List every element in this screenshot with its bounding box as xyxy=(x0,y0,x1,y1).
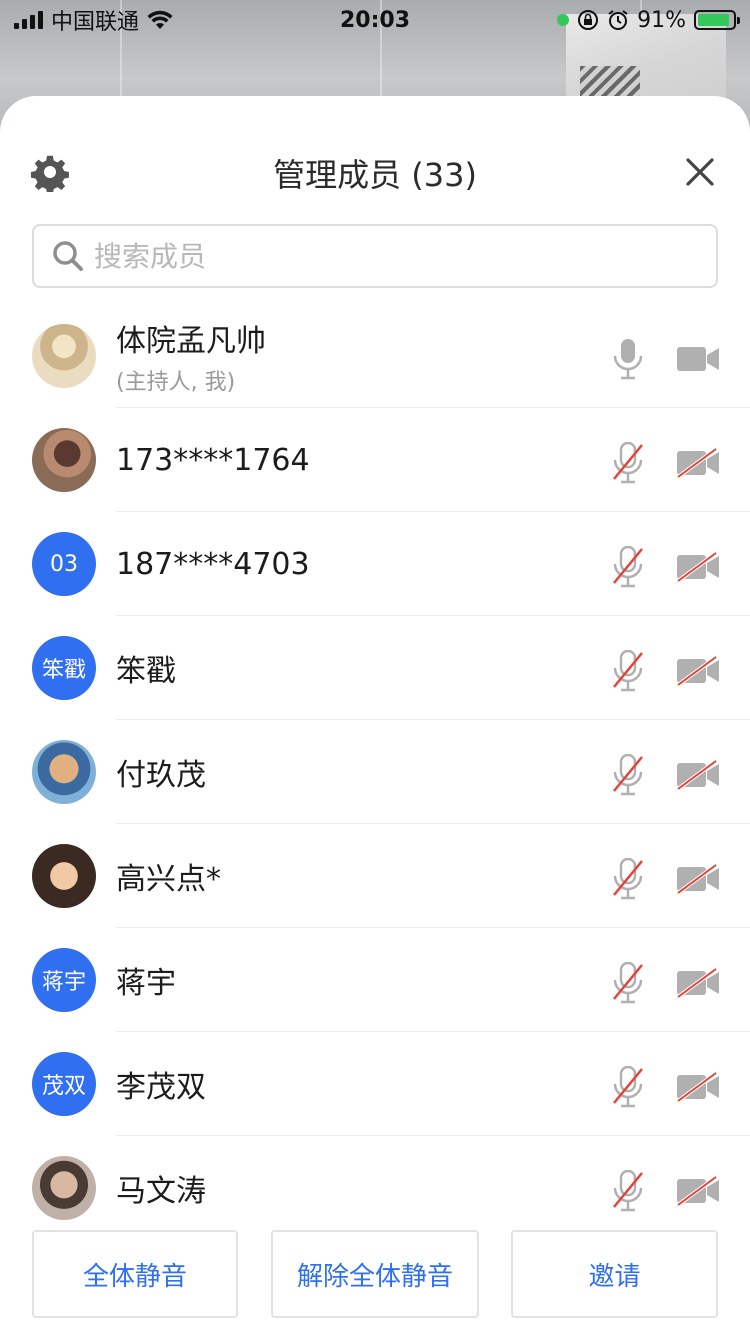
member-info: 马文涛 xyxy=(116,1136,206,1240)
search-input[interactable] xyxy=(94,239,654,273)
microphone-muted-icon[interactable] xyxy=(610,546,646,588)
video-camera-off-icon[interactable] xyxy=(676,968,720,998)
alarm-icon xyxy=(608,10,628,30)
search-icon xyxy=(53,241,83,271)
video-camera-off-icon[interactable] xyxy=(676,656,720,686)
microphone-muted-icon[interactable] xyxy=(610,1066,646,1108)
member-info: 付玖茂 xyxy=(116,720,206,824)
microphone-muted-icon[interactable] xyxy=(610,1170,646,1212)
avatar: 03 xyxy=(32,532,96,596)
member-name: 笨戳 xyxy=(116,654,176,689)
member-row[interactable]: 蒋宇 蒋宇 xyxy=(0,928,750,1032)
mute-all-button[interactable]: 全体静音 xyxy=(32,1230,238,1318)
member-name: 马文涛 xyxy=(116,1174,206,1209)
video-camera-off-icon[interactable] xyxy=(676,1072,720,1102)
member-row[interactable]: 茂双 李茂双 xyxy=(0,1032,750,1136)
member-row[interactable]: 体院孟凡帅 (主持人, 我) xyxy=(0,304,750,408)
sheet-header: 管理成员 (33) xyxy=(0,96,750,288)
member-row[interactable]: 高兴点* xyxy=(0,824,750,928)
member-name: 体院孟凡帅 xyxy=(116,324,266,359)
avatar: 笨戳 xyxy=(32,636,96,700)
avatar xyxy=(32,844,96,908)
microphone-muted-icon[interactable] xyxy=(610,442,646,484)
footer-actions: 全体静音 解除全体静音 邀请 xyxy=(0,1230,750,1334)
member-row[interactable]: 笨戳 笨戳 xyxy=(0,616,750,720)
member-list: 体院孟凡帅 (主持人, 我) 173****1764 03 187****470… xyxy=(0,304,750,1240)
member-row[interactable]: 马文涛 xyxy=(0,1136,750,1240)
member-info: 高兴点* xyxy=(116,824,221,928)
member-info: 173****1764 xyxy=(116,408,310,512)
member-row[interactable]: 03 187****4703 xyxy=(0,512,750,616)
sheet-title: 管理成员 (33) xyxy=(273,156,477,194)
status-left: 中国联通 xyxy=(14,4,173,36)
member-info: 李茂双 xyxy=(116,1032,206,1136)
member-row[interactable]: 173****1764 xyxy=(0,408,750,512)
microphone-muted-icon[interactable] xyxy=(610,754,646,796)
avatar xyxy=(32,428,96,492)
battery-fill xyxy=(698,14,729,26)
unmute-all-button[interactable]: 解除全体静音 xyxy=(271,1230,479,1318)
member-info: 187****4703 xyxy=(116,512,310,616)
status-right: 91% xyxy=(557,7,740,33)
rotation-lock-icon xyxy=(578,10,599,30)
member-info: 体院孟凡帅 (主持人, 我) xyxy=(116,304,266,408)
wifi-icon xyxy=(147,10,173,29)
signal-icon xyxy=(14,11,43,29)
member-name: 李茂双 xyxy=(116,1070,206,1105)
camera-in-use-dot-icon xyxy=(557,14,570,26)
carrier-label: 中国联通 xyxy=(51,10,140,35)
microphone-muted-icon[interactable] xyxy=(610,962,646,1004)
battery-percent: 91% xyxy=(637,7,686,33)
member-name: 付玖茂 xyxy=(116,758,206,793)
avatar: 蒋宇 xyxy=(32,948,96,1012)
search-field[interactable] xyxy=(32,224,718,288)
close-icon[interactable] xyxy=(684,156,716,188)
avatar: 茂双 xyxy=(32,1052,96,1116)
status-bar: 中国联通 20:03 91% xyxy=(0,0,750,40)
member-name: 173****1764 xyxy=(116,442,310,478)
video-camera-off-icon[interactable] xyxy=(676,864,720,894)
member-role: (主持人, 我) xyxy=(116,370,236,395)
microphone-icon[interactable] xyxy=(610,338,646,380)
member-name: 高兴点* xyxy=(116,862,221,897)
video-camera-icon[interactable] xyxy=(676,344,720,374)
microphone-muted-icon[interactable] xyxy=(610,858,646,900)
avatar xyxy=(32,324,96,388)
microphone-muted-icon[interactable] xyxy=(610,650,646,692)
video-camera-off-icon[interactable] xyxy=(676,1176,720,1206)
member-info: 蒋宇 xyxy=(116,928,176,1032)
member-row[interactable]: 付玖茂 xyxy=(0,720,750,824)
avatar xyxy=(32,1156,96,1220)
manage-members-sheet: 管理成员 (33) 体院孟凡帅 (主持人, 我) xyxy=(0,96,750,1334)
video-camera-off-icon[interactable] xyxy=(676,760,720,790)
member-name: 187****4703 xyxy=(116,546,310,582)
battery-charging-icon xyxy=(694,10,740,30)
video-camera-off-icon[interactable] xyxy=(676,448,720,478)
member-info: 笨戳 xyxy=(116,616,176,720)
avatar xyxy=(32,740,96,804)
video-camera-off-icon[interactable] xyxy=(676,552,720,582)
invite-button[interactable]: 邀请 xyxy=(511,1230,718,1318)
member-name: 蒋宇 xyxy=(116,966,176,1001)
